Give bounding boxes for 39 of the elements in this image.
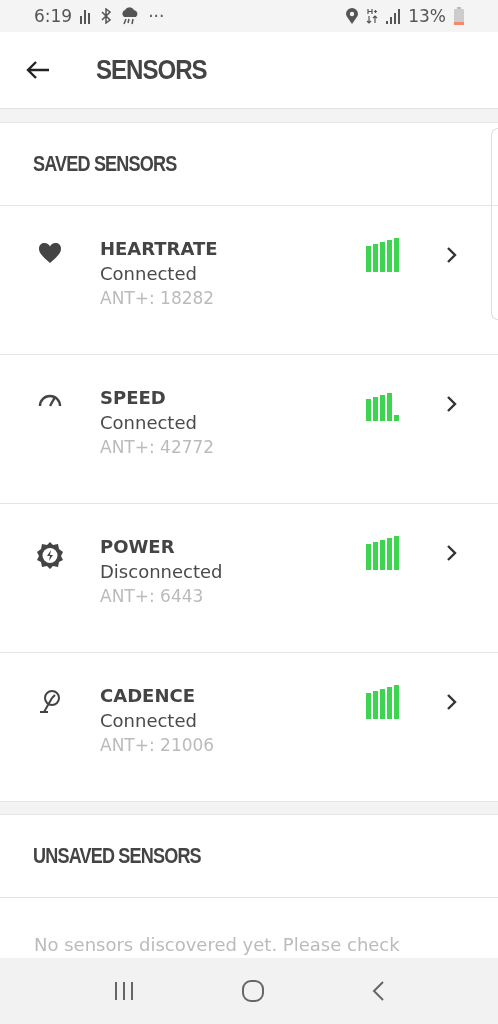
bar-chart-icon <box>80 8 93 24</box>
bluetooth-icon <box>100 8 113 24</box>
sensor-name: CADENCE <box>100 685 196 706</box>
gear-bolt-icon <box>35 540 65 570</box>
sensor-id: ANT+: 6443 <box>100 586 205 606</box>
sensor-id: ANT+: 42772 <box>100 437 216 457</box>
connection-status: Connected <box>100 412 198 433</box>
chevron-right-icon <box>446 246 458 264</box>
connection-status: Disconnected <box>100 561 224 582</box>
connection-status: Connected <box>100 710 198 731</box>
sensor-row[interactable]: HEARTRATE Connected ANT+: 18282 <box>0 206 498 355</box>
sensor-id: ANT+: 21006 <box>100 735 216 755</box>
sensor-id: ANT+: 18282 <box>100 288 216 308</box>
location-pin-icon <box>346 8 359 24</box>
more-indicator: ··· <box>148 6 165 26</box>
data-arrows-icon <box>366 8 379 24</box>
back-icon[interactable] <box>371 980 385 1002</box>
page-title: SENSORS <box>96 54 207 86</box>
empty-message: No sensors discovered yet. Please check <box>33 933 401 955</box>
sensor-row[interactable]: SPEED Connected ANT+: 42772 <box>0 355 498 504</box>
back-arrow-icon[interactable] <box>26 60 50 80</box>
sensor-name: SPEED <box>100 387 167 408</box>
sensor-name: POWER <box>100 536 176 557</box>
section-title: UNSAVED SENSORS <box>33 843 201 869</box>
chevron-right-icon <box>446 395 458 413</box>
recent-apps-icon[interactable] <box>113 981 135 1001</box>
sensor-row[interactable]: POWER Disconnected ANT+: 6443 <box>0 504 498 653</box>
section-title: SAVED SENSORS <box>33 151 177 177</box>
chevron-right-icon <box>446 544 458 562</box>
cell-signal-icon <box>386 8 401 24</box>
chevron-right-icon <box>446 693 458 711</box>
connection-status: Connected <box>100 263 198 284</box>
heart-icon <box>38 242 62 264</box>
clock-time: 6:19 <box>34 6 73 26</box>
battery-icon <box>454 7 464 25</box>
battery-percent: 13% <box>408 6 446 26</box>
home-icon[interactable] <box>241 979 265 1003</box>
pedal-icon <box>38 689 62 715</box>
sensor-name: HEARTRATE <box>100 238 219 259</box>
